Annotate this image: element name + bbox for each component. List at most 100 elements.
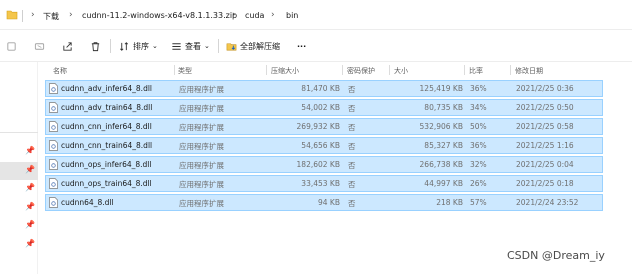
view-button[interactable]: 查看 ⌄: [171, 39, 210, 53]
navigation-pane: 📌 📌 📌 📌 📌 📌: [0, 62, 38, 274]
delete-icon: [91, 41, 100, 51]
file-compressed-size: 182,602 KB: [296, 160, 340, 169]
command-toolbar: 排序 ⌄ 查看 ⌄ 全部解压缩 ···: [0, 30, 632, 62]
file-size: 44,997 KB: [424, 179, 463, 188]
file-type: 应用程序扩展: [179, 142, 224, 151]
copy-icon: [34, 42, 45, 50]
file-password: 否: [348, 104, 356, 113]
extract-all-label: 全部解压缩: [240, 41, 280, 51]
divider[interactable]: [464, 65, 465, 75]
file-compressed-size: 94 KB: [318, 198, 340, 207]
sort-button[interactable]: 排序 ⌄: [119, 39, 158, 53]
file-name: cudnn_ops_infer64_8.dll: [61, 160, 152, 169]
extract-all-button[interactable]: 全部解压缩: [226, 39, 280, 53]
file-password: 否: [348, 199, 356, 208]
file-ratio: 34%: [470, 103, 487, 112]
sort-icon: [120, 41, 129, 51]
file-row[interactable]: cudnn_ops_infer64_8.dll 应用程序扩展 182,602 K…: [45, 156, 603, 173]
file-ratio: 50%: [470, 122, 487, 131]
file-name: cudnn_ops_train64_8.dll: [61, 179, 152, 188]
view-label: 查看: [185, 41, 201, 51]
file-modified: 2021/2/25 0:04: [516, 160, 574, 169]
file-compressed-size: 33,453 KB: [301, 179, 340, 188]
breadcrumb-item-cuda[interactable]: cuda: [245, 11, 264, 20]
file-modified: 2021/2/25 0:50: [516, 103, 574, 112]
file-row[interactable]: cudnn_adv_infer64_8.dll 应用程序扩展 81,470 KB…: [45, 80, 603, 97]
divider: [22, 10, 23, 22]
file-modified: 2021/2/25 0:58: [516, 122, 574, 131]
file-modified: 2021/2/25 1:16: [516, 141, 574, 150]
column-header-name[interactable]: 名称: [53, 66, 67, 76]
column-header-compressed-size[interactable]: 压缩大小: [271, 66, 299, 76]
file-size: 80,735 KB: [424, 103, 463, 112]
file-password: 否: [348, 161, 356, 170]
breadcrumb-item-bin[interactable]: bin: [286, 11, 298, 20]
file-size: 218 KB: [436, 198, 463, 207]
pin-icon[interactable]: 📌: [25, 146, 35, 155]
divider[interactable]: [266, 65, 267, 75]
file-type: 应用程序扩展: [179, 199, 224, 208]
chevron-down-icon: ⌄: [204, 42, 210, 50]
file-ratio: 26%: [470, 179, 487, 188]
pin-icon[interactable]: 📌: [25, 220, 35, 229]
file-modified: 2021/2/24 23:52: [516, 198, 579, 207]
chevron-right-icon: ›: [271, 10, 275, 20]
file-row[interactable]: cudnn64_8.dll 应用程序扩展 94 KB 否 218 KB 57% …: [45, 194, 603, 211]
cut-icon: [7, 41, 16, 51]
breadcrumb-item-downloads[interactable]: 下载: [43, 11, 59, 22]
column-header-password[interactable]: 密码保护: [347, 66, 375, 76]
cut-button[interactable]: [6, 39, 17, 53]
file-ratio: 36%: [470, 84, 487, 93]
watermark: CSDN @Dream_iy: [507, 249, 605, 262]
file-password: 否: [348, 180, 356, 189]
dll-file-icon: [49, 178, 58, 189]
divider[interactable]: [174, 65, 175, 75]
divider[interactable]: [342, 65, 343, 75]
divider[interactable]: [510, 65, 511, 75]
share-button[interactable]: [62, 39, 73, 53]
folder-icon: [6, 10, 18, 20]
file-size: 266,738 KB: [419, 160, 463, 169]
more-options-button[interactable]: ···: [297, 39, 306, 53]
extract-icon: [226, 42, 237, 50]
column-header-size[interactable]: 大小: [394, 66, 408, 76]
breadcrumb-item-zip[interactable]: cudnn-11.2-windows-x64-v8.1.1.33.zip: [82, 11, 237, 20]
file-password: 否: [348, 142, 356, 151]
file-compressed-size: 81,470 KB: [301, 84, 340, 93]
file-row[interactable]: cudnn_ops_train64_8.dll 应用程序扩展 33,453 KB…: [45, 175, 603, 192]
file-row[interactable]: cudnn_cnn_infer64_8.dll 应用程序扩展 269,932 K…: [45, 118, 603, 135]
file-size: 85,327 KB: [424, 141, 463, 150]
file-type: 应用程序扩展: [179, 161, 224, 170]
file-name: cudnn64_8.dll: [61, 198, 114, 207]
dll-file-icon: [49, 140, 58, 151]
file-row[interactable]: cudnn_cnn_train64_8.dll 应用程序扩展 54,656 KB…: [45, 137, 603, 154]
dll-file-icon: [49, 83, 58, 94]
file-row[interactable]: cudnn_adv_train64_8.dll 应用程序扩展 54,002 KB…: [45, 99, 603, 116]
file-modified: 2021/2/25 0:18: [516, 179, 574, 188]
file-type: 应用程序扩展: [179, 85, 224, 94]
chevron-right-icon: ›: [69, 10, 73, 20]
file-type: 应用程序扩展: [179, 180, 224, 189]
file-ratio: 36%: [470, 141, 487, 150]
file-name: cudnn_adv_infer64_8.dll: [61, 84, 152, 93]
share-icon: [63, 41, 72, 51]
file-size: 532,906 KB: [419, 122, 463, 131]
delete-button[interactable]: [90, 39, 101, 53]
chevron-right-icon: ›: [232, 10, 236, 20]
column-header-ratio[interactable]: 比率: [469, 66, 483, 76]
sort-label: 排序: [133, 41, 149, 51]
pin-icon[interactable]: 📌: [25, 239, 35, 248]
pin-icon[interactable]: 📌: [25, 202, 35, 211]
pin-icon[interactable]: 📌: [25, 183, 35, 192]
file-name: cudnn_adv_train64_8.dll: [61, 103, 153, 112]
dll-file-icon: [49, 102, 58, 113]
column-header-modified[interactable]: 修改日期: [515, 66, 543, 76]
file-modified: 2021/2/25 0:36: [516, 84, 574, 93]
copy-button[interactable]: [34, 39, 45, 53]
file-ratio: 32%: [470, 160, 487, 169]
file-name: cudnn_cnn_infer64_8.dll: [61, 122, 152, 131]
column-header-type[interactable]: 类型: [178, 66, 192, 76]
divider[interactable]: [389, 65, 390, 75]
pin-icon[interactable]: 📌: [25, 165, 35, 174]
breadcrumb: › 下载 › cudnn-11.2-windows-x64-v8.1.1.33.…: [0, 2, 632, 28]
